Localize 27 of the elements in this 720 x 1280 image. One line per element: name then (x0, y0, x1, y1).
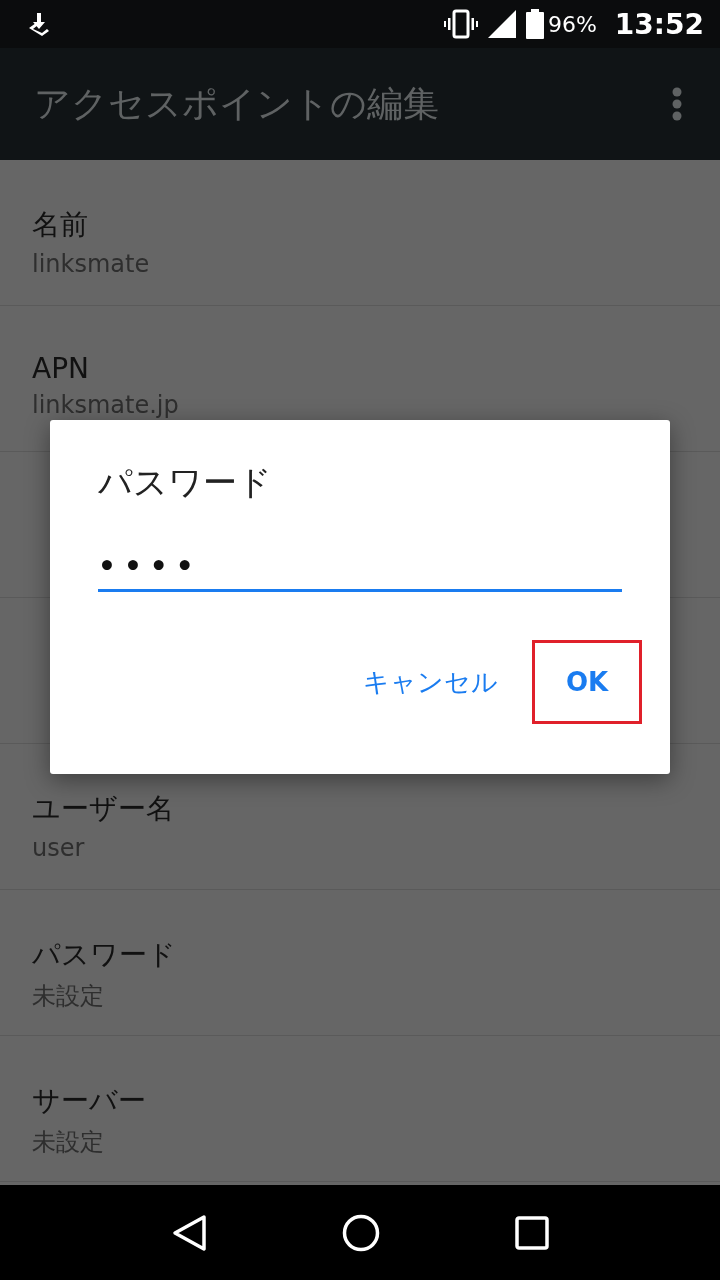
screen-title: アクセスポイントの編集 (34, 81, 439, 126)
setting-label: ユーザー名 (32, 791, 174, 827)
settings-item[interactable]: サーバー 未設定 (0, 1036, 720, 1182)
dialog-title: パスワード (98, 461, 272, 504)
back-icon[interactable] (171, 1213, 208, 1252)
setting-value: user (32, 834, 85, 862)
home-icon[interactable] (342, 1213, 380, 1252)
signal-icon (487, 10, 516, 38)
setting-label: パスワード (32, 937, 176, 973)
setting-value: 未設定 (32, 981, 104, 1012)
setting-label: 名前 (32, 207, 88, 243)
clock: 13:52 (614, 7, 704, 41)
setting-value: linksmate.jp (32, 391, 179, 419)
recents-icon[interactable] (514, 1215, 549, 1250)
password-field[interactable]: •••• (98, 550, 622, 592)
battery-icon (525, 9, 544, 39)
battery-percent: 96% (547, 11, 597, 37)
more-options-icon[interactable] (672, 87, 682, 121)
setting-value: 未設定 (32, 1127, 104, 1158)
vibrate-icon (443, 9, 478, 39)
settings-item[interactable]: パスワード 未設定 (0, 890, 720, 1036)
dialog-button[interactable]: OK (561, 657, 613, 707)
dialog-button[interactable]: キャンセル (359, 654, 502, 710)
setting-value: linksmate (32, 250, 150, 278)
setting-label: APN (32, 352, 89, 385)
setting-label: サーバー (32, 1083, 146, 1119)
settings-item[interactable]: 名前 linksmate (0, 160, 720, 306)
